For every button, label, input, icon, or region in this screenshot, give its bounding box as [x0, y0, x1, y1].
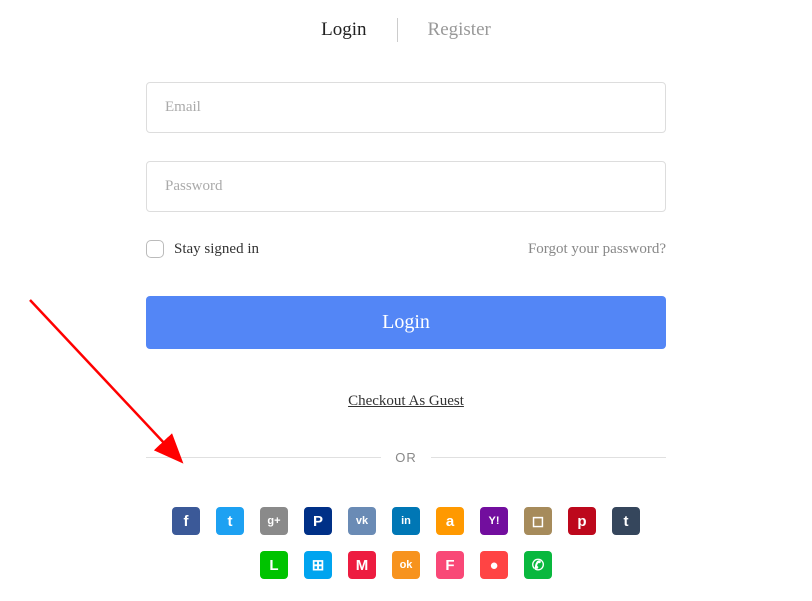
stay-signed-in-checkbox[interactable]	[146, 240, 164, 258]
social-vk-button[interactable]: vk	[348, 507, 376, 535]
auth-tabs: Login Register	[146, 18, 666, 42]
tab-divider	[397, 18, 398, 42]
guest-checkout-link[interactable]: Checkout As Guest	[146, 393, 666, 410]
social-twitter-button[interactable]: t	[216, 507, 244, 535]
social-facebook-button[interactable]: f	[172, 507, 200, 535]
social-tumblr-button[interactable]: t	[612, 507, 640, 535]
stay-signed-in-label: Stay signed in	[174, 241, 259, 258]
social-instagram-button[interactable]: ◻	[524, 507, 552, 535]
forgot-password-link[interactable]: Forgot your password?	[528, 241, 666, 258]
social-paypal-button[interactable]: P	[304, 507, 332, 535]
password-field[interactable]	[146, 161, 666, 212]
social-linkedin-button[interactable]: in	[392, 507, 420, 535]
social-meetup-button[interactable]: M	[348, 551, 376, 579]
social-google-plus-button[interactable]: g+	[260, 507, 288, 535]
or-divider: OR	[146, 450, 666, 465]
social-windows-button[interactable]: ⊞	[304, 551, 332, 579]
social-foursquare-button[interactable]: F	[436, 551, 464, 579]
login-button[interactable]: Login	[146, 296, 666, 349]
social-odnoklassniki-button[interactable]: ok	[392, 551, 420, 579]
social-line-button[interactable]: L	[260, 551, 288, 579]
social-qq-button[interactable]: ●	[480, 551, 508, 579]
divider-line	[146, 457, 381, 458]
social-yahoo-button[interactable]: Y!	[480, 507, 508, 535]
social-pinterest-button[interactable]: p	[568, 507, 596, 535]
email-field[interactable]	[146, 82, 666, 133]
social-login-grid: ftg+PvkinaY!◻ptL⊞MokF●✆	[166, 507, 646, 579]
stay-signed-in-wrap: Stay signed in	[146, 240, 259, 258]
divider-line	[431, 457, 666, 458]
tab-register[interactable]: Register	[428, 19, 491, 41]
social-wechat-button[interactable]: ✆	[524, 551, 552, 579]
tab-login[interactable]: Login	[321, 19, 366, 41]
or-text: OR	[395, 450, 417, 465]
options-row: Stay signed in Forgot your password?	[146, 240, 666, 258]
social-amazon-button[interactable]: a	[436, 507, 464, 535]
